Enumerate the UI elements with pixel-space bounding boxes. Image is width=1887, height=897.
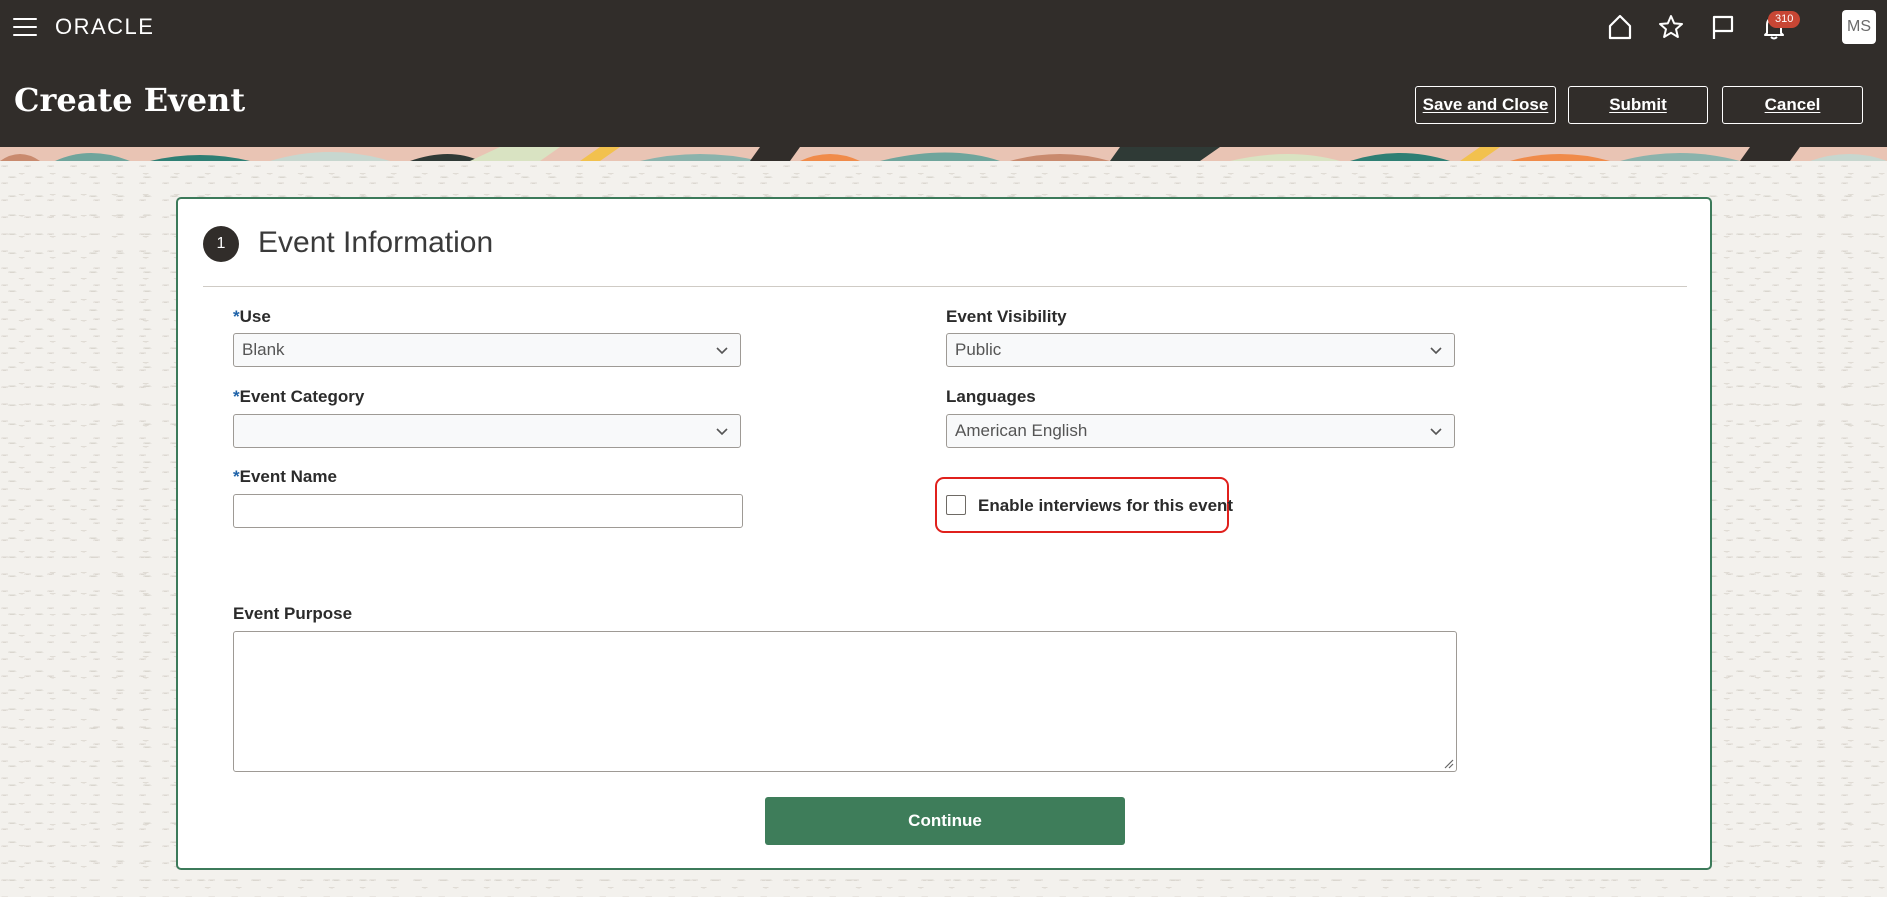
languages-select[interactable]: American English xyxy=(946,414,1455,448)
event-purpose-textarea[interactable] xyxy=(233,631,1457,772)
cancel-button[interactable]: Cancel xyxy=(1722,86,1863,124)
chevron-down-icon xyxy=(716,428,728,436)
required-indicator: * xyxy=(233,467,240,486)
required-indicator: * xyxy=(233,307,240,326)
event-category-label-text: Event Category xyxy=(239,387,365,406)
decorative-banner xyxy=(0,147,1887,161)
resize-handle-icon[interactable] xyxy=(1442,757,1454,769)
section-divider xyxy=(203,286,1687,287)
event-name-label-text: Event Name xyxy=(239,467,337,486)
chevron-down-icon xyxy=(716,347,728,355)
page-title: Create Event xyxy=(14,81,246,119)
languages-label: Languages xyxy=(946,387,1036,406)
event-information-card: 1 Event Information *Use Blank *Event Ca… xyxy=(176,197,1712,870)
languages-select-value: American English xyxy=(955,421,1088,440)
event-name-input[interactable] xyxy=(233,494,743,528)
continue-button[interactable]: Continue xyxy=(765,797,1125,845)
enable-interviews-checkbox[interactable] xyxy=(946,495,966,515)
event-visibility-select[interactable]: Public xyxy=(946,333,1455,367)
event-visibility-select-value: Public xyxy=(955,340,1002,359)
user-avatar[interactable]: MS xyxy=(1842,10,1876,44)
event-category-label: *Event Category xyxy=(233,387,364,407)
section-title: Event Information xyxy=(258,226,494,259)
flag-icon[interactable] xyxy=(1707,10,1739,44)
menu-icon[interactable] xyxy=(13,18,37,36)
app-header: ORACLE 310 MS Create Event Save and Clos… xyxy=(0,0,1887,147)
oracle-logo[interactable]: ORACLE xyxy=(55,14,154,40)
submit-button[interactable]: Submit xyxy=(1568,86,1708,124)
chevron-down-icon xyxy=(1430,428,1442,436)
use-select[interactable]: Blank xyxy=(233,333,741,367)
event-purpose-label: Event Purpose xyxy=(233,604,353,623)
home-icon[interactable] xyxy=(1604,10,1636,44)
step-number: 1 xyxy=(203,226,239,262)
event-category-select[interactable] xyxy=(233,414,741,448)
favorites-star-icon[interactable] xyxy=(1655,10,1687,44)
required-indicator: * xyxy=(233,387,240,406)
chevron-down-icon xyxy=(1430,347,1442,355)
event-visibility-label: Event Visibility xyxy=(946,307,1067,326)
save-and-close-button[interactable]: Save and Close xyxy=(1415,86,1556,124)
use-label: *Use xyxy=(233,307,271,327)
event-name-label: *Event Name xyxy=(233,467,337,487)
use-select-value: Blank xyxy=(242,340,285,359)
enable-interviews-label[interactable]: Enable interviews for this event xyxy=(978,496,1233,516)
use-label-text: Use xyxy=(239,307,271,326)
notification-count-badge: 310 xyxy=(1768,11,1801,28)
